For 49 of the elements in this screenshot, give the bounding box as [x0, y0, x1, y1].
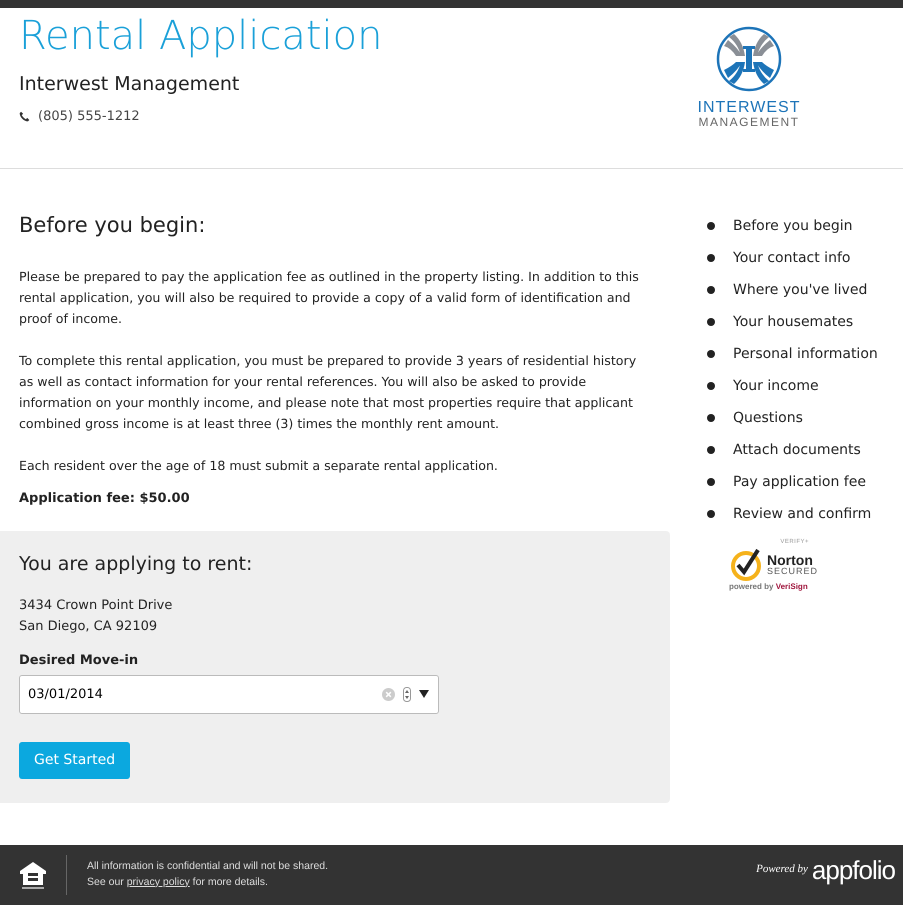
- step-item: Review and confirm: [733, 505, 872, 524]
- step-item: Your housemates: [733, 313, 854, 332]
- spinner-icon[interactable]: [403, 686, 411, 702]
- step-item: Your income: [733, 377, 819, 396]
- phone-icon: [19, 110, 30, 122]
- field-label: Desired Move-in: [19, 652, 140, 670]
- paragraph: Each resident over the age of 18 must submit a separate rental application.: [19, 457, 499, 476]
- paragraph: To complete this rental application, you must be prepared to provide 3 years of residential history as well as contact information for your rental references. You will also be asked to provide information on your monthly income, and please note that most properties require that applicant combined gross income is at least three (3) times the monthly rent amount.: [19, 352, 638, 434]
- step-item: Your contact info: [733, 249, 850, 268]
- bullet-icon: [707, 478, 715, 486]
- logo-text: INTERWEST: [698, 100, 800, 116]
- checkmark-seal-icon: [729, 547, 763, 581]
- footer-text: See our privacy policy for more details.: [87, 874, 269, 890]
- step-item: Before you begin: [733, 217, 853, 236]
- company-name: Interwest Management: [19, 72, 240, 97]
- section-heading: Before you begin:: [19, 213, 206, 238]
- address-line: San Diego, CA 92109: [19, 618, 158, 636]
- step-item: Questions: [733, 409, 803, 428]
- bullet-icon: [707, 382, 715, 390]
- step-item: Attach documents: [733, 441, 861, 460]
- privacy-policy-link[interactable]: privacy policy: [126, 876, 190, 888]
- page-title: Rental Application: [19, 14, 382, 58]
- footer-text: All information is confidential and will not be shared.: [87, 858, 328, 874]
- bullet-icon: [707, 318, 715, 326]
- bullet-icon: [707, 222, 715, 230]
- bullet-icon: [707, 414, 715, 422]
- address-line: 3434 Crown Point Drive: [19, 597, 174, 616]
- section-heading: You are applying to rent:: [19, 552, 254, 576]
- bullet-icon: [707, 254, 715, 262]
- step-item: Pay application fee: [733, 473, 866, 492]
- date-field[interactable]: 03/01/2014: [19, 674, 439, 714]
- bullet-icon: [707, 286, 715, 294]
- badge-text: powered by VeriSign: [729, 581, 809, 593]
- brand-logo: appfolio: [812, 856, 895, 883]
- badge-text: SECURED: [767, 566, 818, 576]
- phone-number: (805) 555-1212: [38, 108, 140, 126]
- paragraph: Please be prepared to pay the application fee as outlined in the property listing. In addition to this rental application, you will also be required to provide a copy of a valid form of identification and proof of income.: [19, 268, 640, 328]
- badge-text: Norton: [767, 552, 814, 566]
- powered-by-text: Powered by: [756, 862, 808, 878]
- caret-icon[interactable]: [419, 690, 429, 698]
- bullet-icon: [707, 510, 715, 518]
- logo-text: MANAGEMENT: [698, 116, 800, 130]
- step-item: Personal information: [733, 345, 878, 364]
- application-fee: Application fee: $50.00: [19, 490, 191, 508]
- bullet-icon: [707, 446, 715, 454]
- house-icon: [18, 860, 48, 890]
- globe-logo-icon: [716, 26, 782, 92]
- step-item: Where you've lived: [733, 281, 868, 300]
- bullet-icon: [707, 350, 715, 358]
